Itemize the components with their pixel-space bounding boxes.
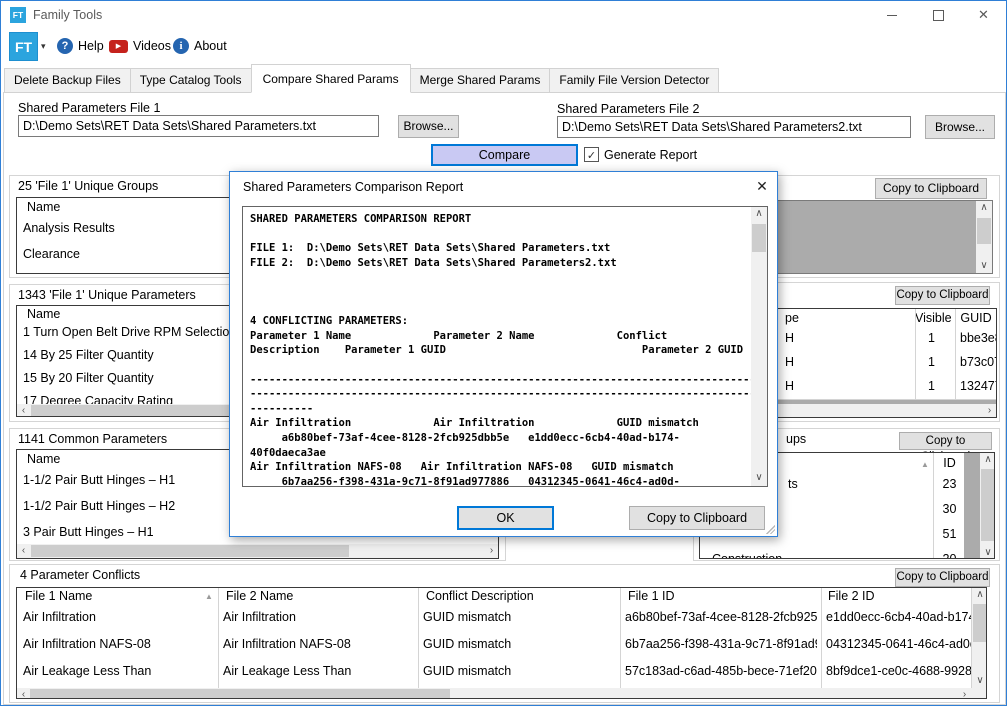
compare-button[interactable]: Compare [431, 144, 578, 166]
table-row[interactable]: Air Leakage Less Than Air Leakage Less T… [17, 658, 986, 686]
column-header-type-fragment[interactable]: pe [785, 311, 799, 325]
titlebar: FT Family Tools ✕ [1, 1, 1006, 29]
column-header-name[interactable]: Name [27, 200, 60, 214]
scroll-up-icon[interactable]: ∧ [980, 453, 995, 467]
scroll-down-icon[interactable]: ∨ [980, 546, 995, 559]
vertical-scrollbar[interactable]: ∧ ∨ [751, 207, 767, 486]
check-icon: ✓ [587, 150, 596, 162]
scrollbar-thumb[interactable] [973, 604, 987, 642]
file1-label: Shared Parameters File 1 [18, 101, 160, 115]
scroll-left-icon[interactable]: ‹ [17, 688, 30, 699]
report-textbox[interactable]: SHARED PARAMETERS COMPARISON REPORT FILE… [242, 206, 768, 487]
horizontal-scrollbar[interactable]: ‹ › [17, 544, 498, 558]
scroll-up-icon[interactable]: ∧ [751, 207, 767, 222]
column-header-file2-id[interactable]: File 2 ID [828, 589, 875, 603]
scroll-left-icon[interactable]: ‹ [17, 544, 30, 558]
copy-to-clipboard-button[interactable]: Copy to Clipboard [899, 432, 992, 450]
comparison-report-dialog: Shared Parameters Comparison Report ✕ SH… [229, 171, 778, 537]
app-logo-icon: FT [10, 7, 26, 23]
tab-family-file-version-detector[interactable]: Family File Version Detector [549, 68, 719, 93]
tab-merge-shared-params[interactable]: Merge Shared Params [410, 68, 551, 93]
table-row[interactable]: Air Infiltration NAFS-08 Air Infiltratio… [17, 631, 986, 659]
panel-title: 1141 Common Parameters [18, 432, 167, 446]
about-label: About [194, 39, 227, 53]
panel-title-fragment: ups [786, 432, 806, 446]
generate-report-checkbox[interactable]: ✓ [584, 147, 599, 162]
scroll-left-icon[interactable]: ‹ [17, 404, 30, 417]
sort-ascending-icon: ▲ [205, 592, 213, 601]
file1-path-input[interactable] [18, 115, 379, 137]
scrollbar-thumb[interactable] [752, 224, 766, 252]
window-title: Family Tools [33, 8, 102, 22]
vertical-scrollbar[interactable]: ∧ ∨ [976, 201, 992, 273]
column-header-name[interactable]: Name [27, 452, 60, 466]
column-header-file1-name[interactable]: File 1 Name [25, 589, 92, 603]
generate-report-label: Generate Report [604, 148, 697, 162]
copy-to-clipboard-button[interactable]: Copy to Clipboard [895, 286, 990, 305]
toolbar: FT ▾ ? Help ▶ Videos i About [1, 29, 1006, 67]
scroll-right-icon[interactable]: › [485, 544, 498, 558]
scroll-down-icon[interactable]: ∨ [751, 471, 767, 486]
scroll-up-icon[interactable]: ∧ [972, 588, 987, 602]
table-row[interactable]: Construction 20 [700, 548, 964, 559]
scroll-right-icon[interactable]: › [983, 404, 996, 417]
horizontal-scrollbar[interactable]: ‹ › [17, 688, 971, 699]
scrollbar-thumb[interactable] [31, 545, 349, 557]
column-header-name[interactable]: Name [27, 307, 60, 321]
close-button[interactable]: ✕ [961, 1, 1006, 29]
column-header-file1-id[interactable]: File 1 ID [628, 589, 675, 603]
dialog-title: Shared Parameters Comparison Report [243, 180, 463, 194]
panel-parameter-conflicts: 4 Parameter Conflicts Copy to Clipboard … [9, 564, 1000, 703]
family-tools-window: FT Family Tools ✕ FT ▾ ? Help ▶ Videos i… [0, 0, 1007, 706]
scroll-right-icon[interactable]: › [958, 688, 971, 699]
vertical-scrollbar[interactable]: ∧ ∨ [980, 453, 995, 559]
file2-label: Shared Parameters File 2 [557, 102, 699, 116]
maximize-button[interactable] [915, 1, 961, 29]
browse-file1-button[interactable]: Browse... [398, 115, 459, 138]
scrollbar-thumb[interactable] [30, 689, 450, 699]
scrollbar-thumb[interactable] [981, 469, 995, 541]
panel-title: 25 'File 1' Unique Groups [18, 179, 158, 193]
scrollbar-thumb[interactable] [977, 218, 991, 244]
maximize-icon [933, 10, 944, 21]
tab-delete-backup-files[interactable]: Delete Backup Files [4, 68, 131, 93]
tab-compare-shared-params[interactable]: Compare Shared Params [251, 64, 411, 93]
column-header-visible[interactable]: Visible [915, 311, 951, 325]
minimize-icon [887, 15, 897, 16]
app-menu-dropdown-icon[interactable]: ▾ [41, 41, 46, 52]
scroll-down-icon[interactable]: ∨ [976, 259, 992, 273]
app-menu-button[interactable]: FT [9, 32, 38, 61]
sort-ascending-icon: ▲ [921, 460, 929, 469]
copy-to-clipboard-button[interactable]: Copy to Clipboard [895, 568, 990, 587]
panel-title: 1343 'File 1' Unique Parameters [18, 288, 196, 302]
close-icon: ✕ [978, 7, 989, 22]
panel-title: 4 Parameter Conflicts [20, 568, 140, 582]
tab-strip: Delete Backup Files Type Catalog Tools C… [4, 67, 718, 93]
videos-label: Videos [133, 39, 171, 53]
browse-file2-button[interactable]: Browse... [925, 115, 995, 139]
column-header-guid[interactable]: GUID [955, 311, 996, 325]
conflicts-table: File 1 Name ▲ File 2 Name Conflict Descr… [16, 587, 987, 699]
help-label: Help [78, 39, 104, 53]
close-icon: ✕ [756, 178, 768, 194]
copy-to-clipboard-button[interactable]: Copy to Clipboard [875, 178, 987, 199]
minimize-button[interactable] [869, 1, 915, 29]
file2-path-input[interactable] [557, 116, 911, 138]
dialog-copy-to-clipboard-button[interactable]: Copy to Clipboard [629, 506, 765, 530]
scroll-down-icon[interactable]: ∨ [972, 674, 987, 688]
column-header-conflict-description[interactable]: Conflict Description [426, 589, 534, 603]
ok-button[interactable]: OK [457, 506, 554, 530]
report-text: SHARED PARAMETERS COMPARISON REPORT FILE… [243, 207, 752, 487]
help-icon: ? [57, 38, 73, 54]
vertical-scrollbar[interactable]: ∧ ∨ [971, 588, 987, 688]
column-header-file2-name[interactable]: File 2 Name [226, 589, 293, 603]
dialog-close-button[interactable]: ✕ [746, 172, 778, 200]
info-icon: i [173, 38, 189, 54]
video-play-icon: ▶ [109, 40, 128, 53]
scroll-up-icon[interactable]: ∧ [976, 201, 992, 215]
tab-type-catalog-tools[interactable]: Type Catalog Tools [130, 68, 252, 93]
table-row[interactable]: Air Infiltration Air Infiltration GUID m… [17, 604, 986, 632]
column-header-id[interactable]: ID [933, 456, 964, 470]
resize-grip[interactable] [765, 524, 775, 534]
